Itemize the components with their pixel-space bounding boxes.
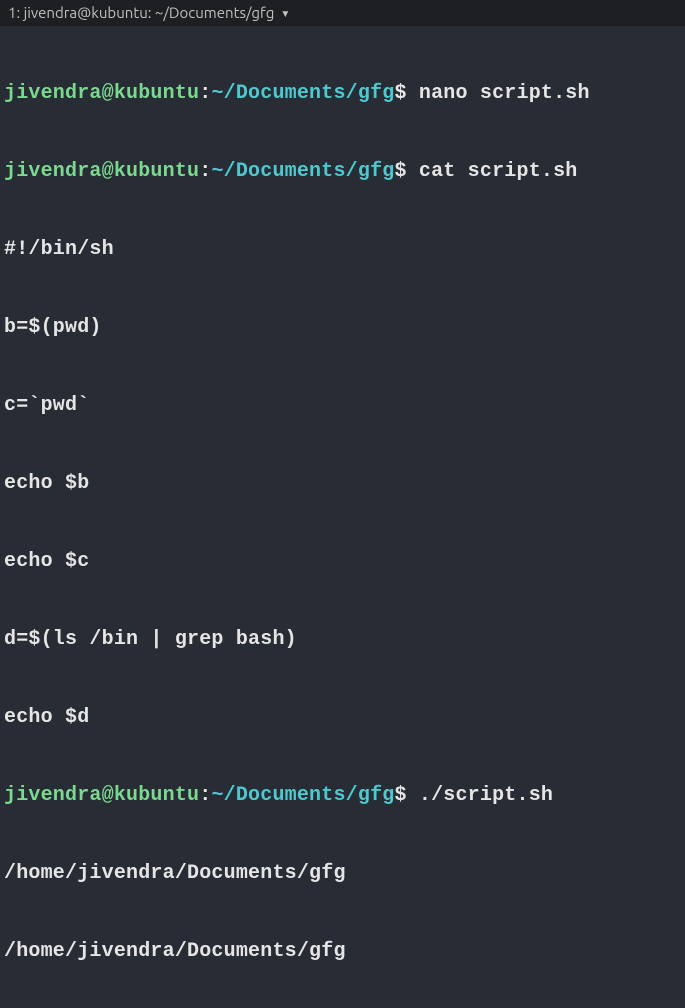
prompt-path: ~/Documents/gfg (211, 82, 394, 105)
terminal-line: jivendra@kubuntu:~/Documents/gfg$ ./scri… (4, 783, 681, 809)
prompt-user: jivendra@kubuntu (4, 784, 199, 807)
prompt-colon: : (199, 82, 211, 105)
prompt-sigil: $ (394, 784, 406, 807)
output-line: /home/jivendra/Documents/gfg (4, 939, 681, 965)
prompt-path: ~/Documents/gfg (211, 784, 394, 807)
prompt-path: ~/Documents/gfg (211, 160, 394, 183)
window-titlebar[interactable]: 1: jivendra@kubuntu: ~/Documents/gfg ▼ (0, 0, 685, 26)
output-line: c=`pwd` (4, 393, 681, 419)
output-line: echo $c (4, 549, 681, 575)
window-title: 1: jivendra@kubuntu: ~/Documents/gfg (8, 3, 274, 23)
prompt-sigil: $ (394, 82, 406, 105)
output-line: #!/bin/sh (4, 237, 681, 263)
terminal-line: jivendra@kubuntu:~/Documents/gfg$ nano s… (4, 81, 681, 107)
terminal-body[interactable]: jivendra@kubuntu:~/Documents/gfg$ nano s… (0, 26, 685, 1008)
command-text: nano script.sh (407, 82, 590, 105)
prompt-sigil: $ (394, 160, 406, 183)
terminal-line: jivendra@kubuntu:~/Documents/gfg$ cat sc… (4, 159, 681, 185)
output-line: b=$(pwd) (4, 315, 681, 341)
output-line: /home/jivendra/Documents/gfg (4, 861, 681, 887)
chevron-down-icon[interactable]: ▼ (280, 7, 290, 20)
output-line: d=$(ls /bin | grep bash) (4, 627, 681, 653)
command-text: ./script.sh (407, 784, 553, 807)
prompt-colon: : (199, 784, 211, 807)
command-text: cat script.sh (407, 160, 578, 183)
prompt-user: jivendra@kubuntu (4, 160, 199, 183)
output-line: echo $d (4, 705, 681, 731)
prompt-colon: : (199, 160, 211, 183)
output-line: echo $b (4, 471, 681, 497)
prompt-user: jivendra@kubuntu (4, 82, 199, 105)
